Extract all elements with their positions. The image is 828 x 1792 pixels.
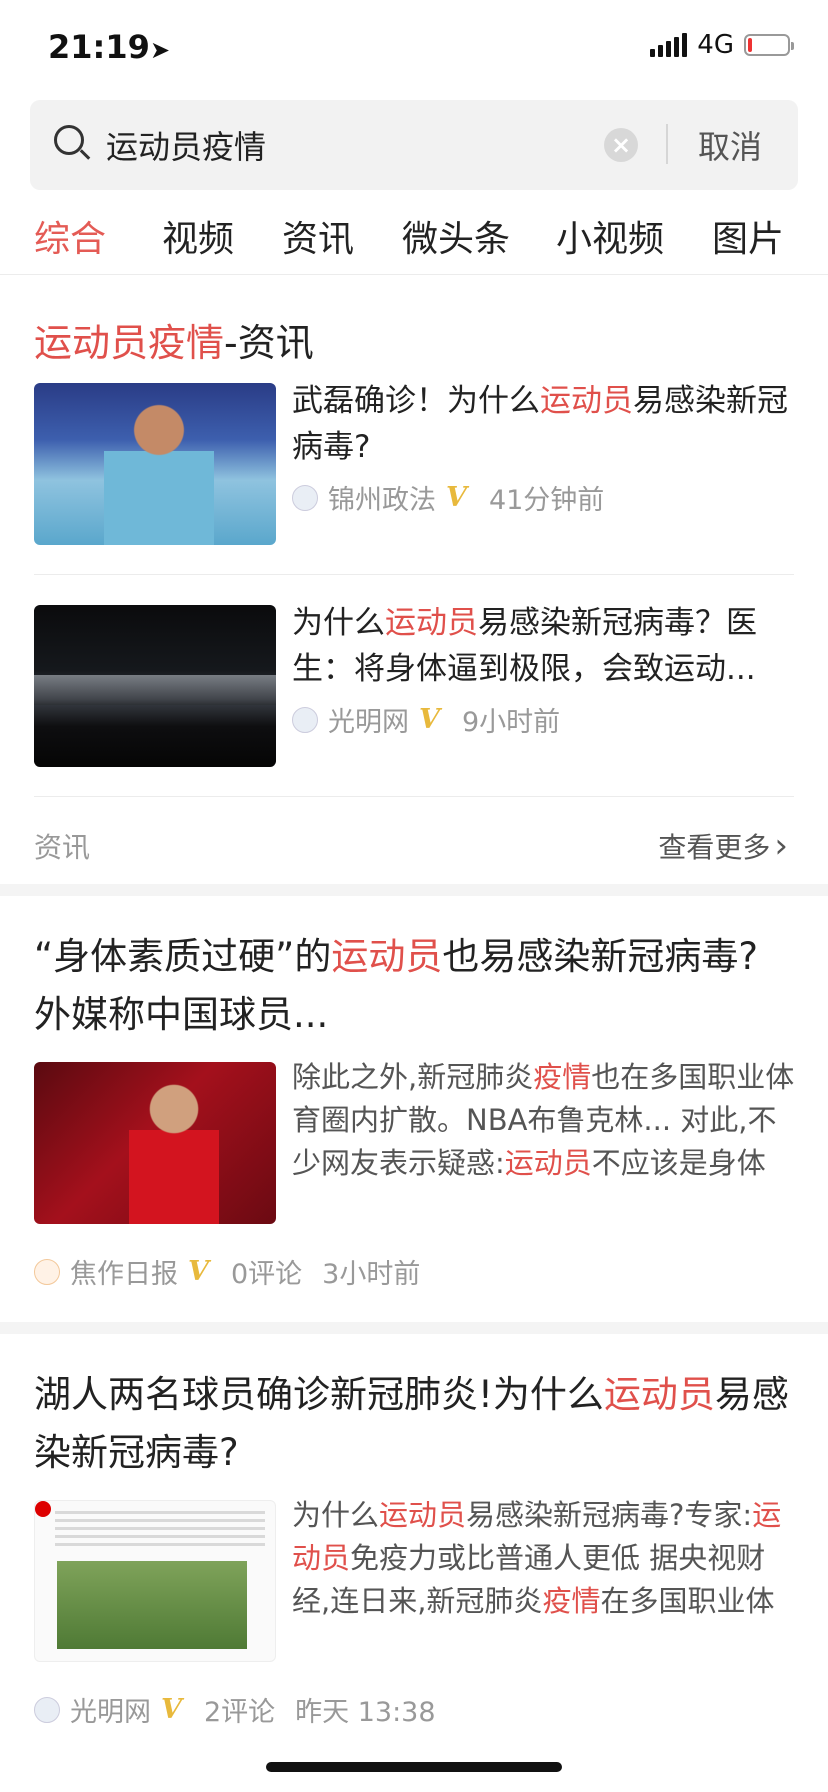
verified-icon: V <box>446 482 467 513</box>
tab-short-video[interactable]: 小视频 <box>556 210 664 262</box>
verified-icon: V <box>161 1694 182 1725</box>
verified-icon: V <box>188 1256 209 1287</box>
search-icon <box>54 125 84 155</box>
section-title-highlight: 运动员疫情 <box>34 321 225 365</box>
article-meta: 光明网 V 2评论 昨天 13:38 <box>34 1690 436 1729</box>
divider <box>666 124 668 164</box>
news-source[interactable]: 光明网 <box>328 700 409 739</box>
news-title-highlight: 运动员 <box>540 383 633 419</box>
article-title-highlight: 运动员 <box>603 1373 715 1416</box>
article-title-text: 湖人两名球员确诊新冠肺炎!为什么 <box>34 1373 604 1416</box>
news-time: 41分钟前 <box>488 485 605 516</box>
summary-text: 除此之外,新冠肺炎 <box>292 1060 534 1094</box>
signal-icon <box>650 33 688 57</box>
tab-news[interactable]: 资讯 <box>282 210 354 262</box>
source-logo-icon <box>292 706 318 733</box>
article-title-highlight: 运动员 <box>331 935 443 978</box>
article-title-text: “身体素质过硬”的 <box>34 935 332 978</box>
article-time: 昨天 13:38 <box>295 1697 436 1728</box>
battery-icon <box>744 34 794 56</box>
news-thumbnail[interactable] <box>34 605 276 767</box>
article-title[interactable]: 湖人两名球员确诊新冠肺炎!为什么运动员易感染新冠病毒? <box>34 1366 794 1482</box>
news-meta: 锦州政法 V 41分钟前 <box>292 478 604 517</box>
article-thumbnail[interactable] <box>34 1500 276 1662</box>
summary-highlight: 运动员 <box>379 1498 467 1532</box>
section-separator <box>0 1322 828 1334</box>
status-time: 21:19 <box>48 28 150 66</box>
news-title-highlight: 运动员 <box>385 605 478 641</box>
article-comments[interactable]: 0评论 <box>231 1252 302 1291</box>
article-summary[interactable]: 除此之外,新冠肺炎疫情也在多国职业体育圈内扩散。NBA布鲁克林... 对此,不少… <box>292 1056 796 1188</box>
article-comments[interactable]: 2评论 <box>204 1690 275 1729</box>
source-logo-icon <box>292 484 318 511</box>
summary-highlight: 疫情 <box>533 1060 592 1094</box>
news-title[interactable]: 为什么运动员易感染新冠病毒？医生：将身体逼到极限，会致运动... <box>292 600 792 692</box>
summary-text: 为什么 <box>292 1498 380 1532</box>
divider <box>34 574 794 575</box>
news-source[interactable]: 锦州政法 <box>328 478 436 517</box>
source-logo-icon <box>34 1696 60 1723</box>
section-title[interactable]: 运动员疫情-资讯 <box>34 312 314 367</box>
news-title[interactable]: 武磊确诊！为什么运动员易感染新冠病毒? <box>292 378 792 470</box>
status-indicators: 4G <box>650 30 794 60</box>
article-summary[interactable]: 为什么运动员易感染新冠病毒?专家:运动员免疫力或比普通人更低 据央视财经,连日来… <box>292 1494 796 1626</box>
clear-icon[interactable]: × <box>604 128 638 162</box>
section-separator <box>0 884 828 896</box>
summary-highlight: 疫情 <box>542 1584 601 1618</box>
home-indicator[interactable] <box>266 1762 562 1772</box>
tab-images[interactable]: 图片 <box>712 210 784 262</box>
news-title-text: 武磊确诊！为什么 <box>292 383 540 419</box>
article-time: 3小时前 <box>322 1259 421 1290</box>
tab-micro-headlines[interactable]: 微头条 <box>402 210 510 262</box>
article-meta: 焦作日报 V 0评论 3小时前 <box>34 1252 420 1291</box>
section-title-suffix: -资讯 <box>224 321 314 365</box>
summary-highlight: 运动员 <box>504 1146 592 1180</box>
tab-video[interactable]: 视频 <box>162 210 234 262</box>
chevron-right-icon: › <box>774 826 788 866</box>
tab-bar: 综合 视频 资讯 微头条 小视频 图片 <box>0 210 828 275</box>
news-title-text: 为什么 <box>292 605 385 641</box>
article-source[interactable]: 光明网 <box>70 1690 151 1729</box>
article-thumbnail[interactable] <box>34 1062 276 1224</box>
view-more-label: 查看更多 <box>658 831 771 864</box>
article-title[interactable]: “身体素质过硬”的运动员也易感染新冠病毒?外媒称中国球员... <box>34 928 794 1044</box>
summary-text: 易感染新冠病毒?专家: <box>466 1498 753 1532</box>
divider <box>34 796 794 797</box>
view-more-link[interactable]: 查看更多 › <box>658 826 788 866</box>
section-category-label: 资讯 <box>34 831 91 864</box>
tab-comprehensive[interactable]: 综合 <box>34 210 106 262</box>
cancel-button[interactable]: 取消 <box>698 122 762 168</box>
news-meta: 光明网 V 9小时前 <box>292 700 560 739</box>
source-logo-icon <box>34 1258 60 1285</box>
network-label: 4G <box>697 30 734 60</box>
search-input[interactable]: 运动员疫情 <box>106 122 266 168</box>
verified-icon: V <box>419 704 440 735</box>
news-time: 9小时前 <box>461 707 561 738</box>
news-thumbnail[interactable] <box>34 383 276 545</box>
article-source[interactable]: 焦作日报 <box>70 1252 178 1291</box>
location-arrow-icon: ➤ <box>150 36 171 64</box>
